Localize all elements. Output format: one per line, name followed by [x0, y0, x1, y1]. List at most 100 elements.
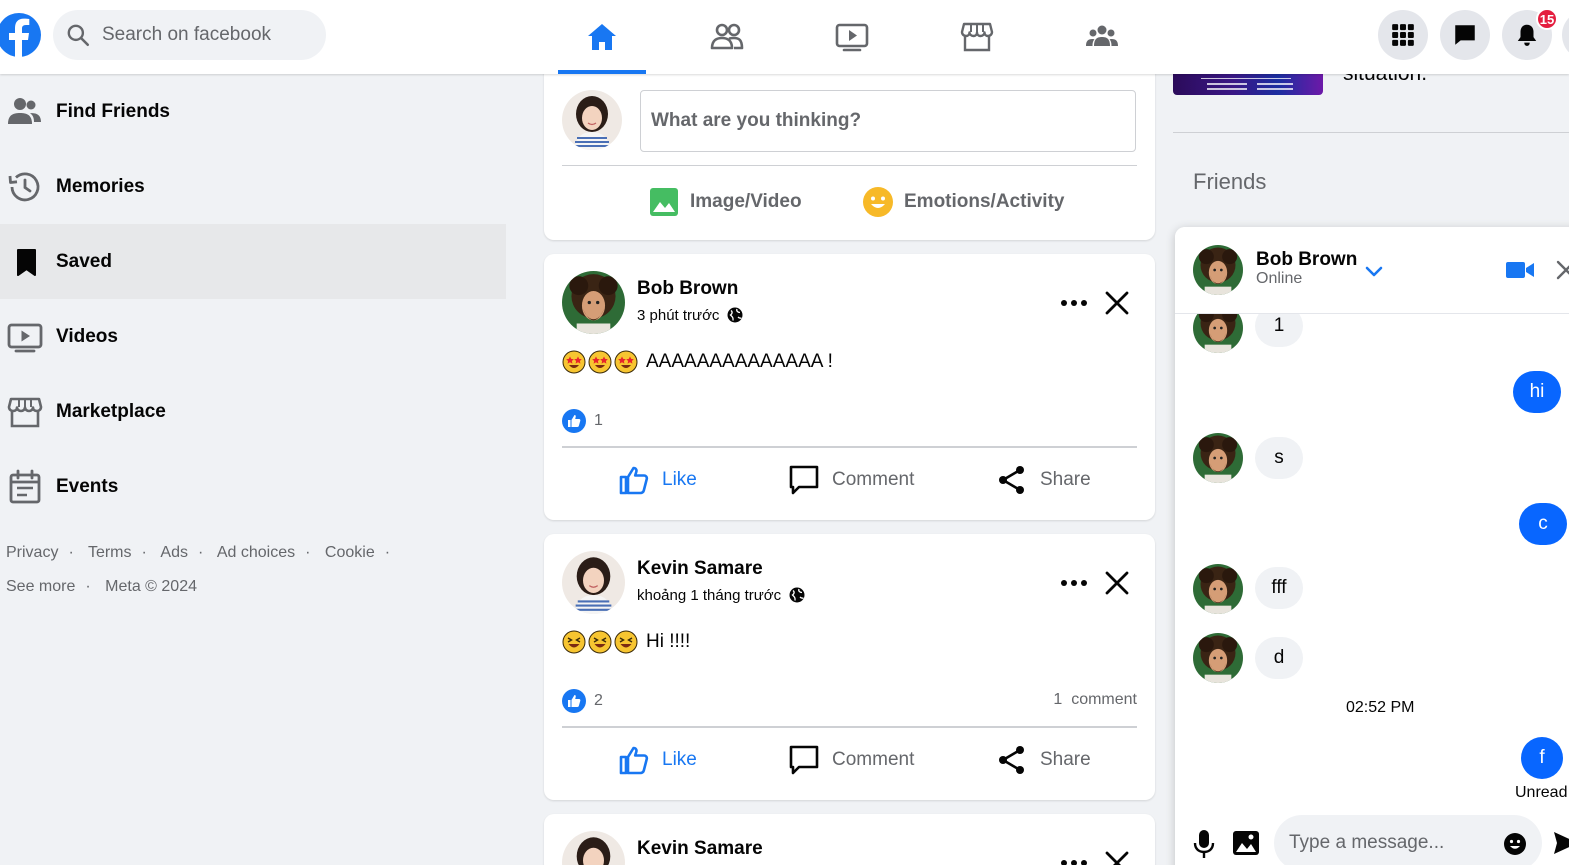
emotions-activity-button[interactable]: Emotions/Activity: [862, 186, 1064, 218]
see-more-link[interactable]: See more: [6, 578, 75, 595]
laughing-emoji-icon: [614, 630, 638, 654]
avatar: [1193, 564, 1243, 614]
image-video-button[interactable]: Image/Video: [648, 186, 802, 218]
divider: [562, 165, 1137, 166]
ad-choices-link[interactable]: Ad choices: [217, 544, 295, 561]
sidebar-item-events[interactable]: Events: [0, 449, 506, 524]
reaction-summary[interactable]: 1: [562, 409, 603, 433]
terms-link[interactable]: Terms: [88, 544, 132, 561]
like-reaction-icon: [562, 689, 586, 713]
tab-groups[interactable]: [1058, 0, 1146, 74]
share-button[interactable]: Share: [996, 464, 1091, 496]
marketplace-icon: [960, 22, 994, 52]
more-options-icon[interactable]: [1059, 850, 1089, 865]
privacy-link[interactable]: Privacy: [6, 544, 58, 561]
message-bubble-incoming: fff: [1255, 567, 1303, 609]
post-composer: What are you thinking? Image/Video Emoti…: [544, 64, 1155, 240]
globe-icon: [789, 587, 805, 603]
close-icon[interactable]: [1104, 850, 1130, 865]
avatar[interactable]: [562, 551, 625, 614]
image-icon[interactable]: [1232, 829, 1260, 857]
share-button[interactable]: Share: [996, 744, 1091, 776]
chevron-down-icon[interactable]: [1363, 260, 1385, 282]
close-icon[interactable]: [1555, 259, 1569, 281]
sidebar-item-marketplace[interactable]: Marketplace: [0, 374, 506, 449]
comment-label: Comment: [832, 749, 915, 770]
feed-post: Kevin Samare: [544, 814, 1155, 865]
tab-marketplace[interactable]: [933, 0, 1021, 74]
tab-home[interactable]: [558, 0, 646, 74]
post-time-text: 3 phút trước: [637, 306, 720, 324]
messenger-button[interactable]: [1440, 10, 1490, 60]
tab-watch[interactable]: [808, 0, 896, 74]
post-author[interactable]: Kevin Samare: [637, 838, 763, 860]
avatar[interactable]: [562, 90, 622, 150]
emoji-icon[interactable]: [1503, 832, 1527, 856]
search-bar[interactable]: [53, 10, 326, 60]
sidebar-item-find-friends[interactable]: Find Friends: [0, 74, 506, 149]
post-text: Hi !!!!: [646, 631, 691, 652]
menu-button[interactable]: [1378, 10, 1428, 60]
comment-button[interactable]: Comment: [788, 744, 914, 776]
account-button[interactable]: [1562, 10, 1569, 60]
message-bubble-incoming: d: [1255, 637, 1303, 679]
message-field[interactable]: [1274, 815, 1542, 865]
chat-header[interactable]: Bob Brown Online: [1175, 227, 1569, 314]
cookie-link[interactable]: Cookie: [325, 544, 375, 561]
composer-input[interactable]: What are you thinking?: [640, 90, 1136, 152]
sidebar-item-memories[interactable]: Memories: [0, 149, 506, 224]
post-time-text: khoảng 1 tháng trước: [637, 586, 782, 604]
ads-link[interactable]: Ads: [160, 544, 188, 561]
avatar[interactable]: [562, 271, 625, 334]
post-text: AAAAAAAAAAAAAA !: [646, 351, 833, 372]
sponsored-image[interactable]: [1173, 74, 1323, 95]
store-icon: [7, 397, 43, 427]
close-icon[interactable]: [1104, 290, 1130, 316]
feed-post: Bob Brown 3 phút trước AAAAAAAAAAAAAA ! …: [544, 254, 1155, 520]
more-options-icon[interactable]: [1059, 570, 1089, 596]
post-author[interactable]: Bob Brown: [637, 278, 738, 300]
sidebar-item-videos[interactable]: Videos: [0, 299, 506, 374]
facebook-logo-icon[interactable]: [0, 9, 41, 61]
chat-window: 1 hi s c fff d 02:52 PM f Unread Bob Bro…: [1175, 227, 1569, 865]
avatar: [1193, 433, 1243, 483]
microphone-icon[interactable]: [1191, 829, 1217, 859]
message-bubble-outgoing: c: [1519, 503, 1567, 545]
comment-button[interactable]: Comment: [788, 464, 914, 496]
friends-section-title: Friends: [1193, 169, 1267, 194]
friends-icon: [710, 23, 744, 50]
like-reaction-icon: [562, 409, 586, 433]
like-label: Like: [662, 469, 697, 490]
photo-icon: [650, 188, 678, 216]
send-icon[interactable]: [1552, 829, 1569, 857]
comment-count[interactable]: 1 comment: [1053, 691, 1137, 709]
more-options-icon[interactable]: [1059, 290, 1089, 316]
chat-contact-name[interactable]: Bob Brown: [1256, 249, 1357, 271]
star-struck-emoji-icon: [588, 350, 612, 374]
search-input[interactable]: [102, 24, 322, 46]
tab-friends[interactable]: [683, 0, 771, 74]
divider: [1173, 132, 1569, 133]
message-input[interactable]: [1289, 815, 1499, 865]
notification-badge: 15: [1536, 8, 1558, 30]
video-call-icon[interactable]: [1505, 257, 1535, 283]
video-icon: [7, 323, 43, 352]
comment-label: Comment: [832, 469, 915, 490]
thumbs-up-icon: [619, 466, 649, 495]
sidebar-item-saved[interactable]: Saved: [0, 224, 506, 299]
post-author[interactable]: Kevin Samare: [637, 558, 763, 580]
message-bubble-incoming: s: [1255, 437, 1303, 479]
like-button[interactable]: Like: [618, 464, 697, 496]
notifications-button[interactable]: 15: [1502, 8, 1558, 60]
avatar[interactable]: [562, 831, 625, 865]
chat-status: Online: [1256, 270, 1303, 287]
avatar[interactable]: [1193, 245, 1243, 295]
sidebar-item-label: Videos: [56, 325, 118, 347]
close-icon[interactable]: [1104, 570, 1130, 596]
reaction-summary[interactable]: 2: [562, 689, 603, 713]
share-label: Share: [1040, 469, 1091, 490]
message-bubble-outgoing: hi: [1513, 371, 1561, 413]
sidebar-item-label: Memories: [56, 175, 145, 197]
like-button[interactable]: Like: [618, 744, 697, 776]
laughing-emoji-icon: [588, 630, 612, 654]
